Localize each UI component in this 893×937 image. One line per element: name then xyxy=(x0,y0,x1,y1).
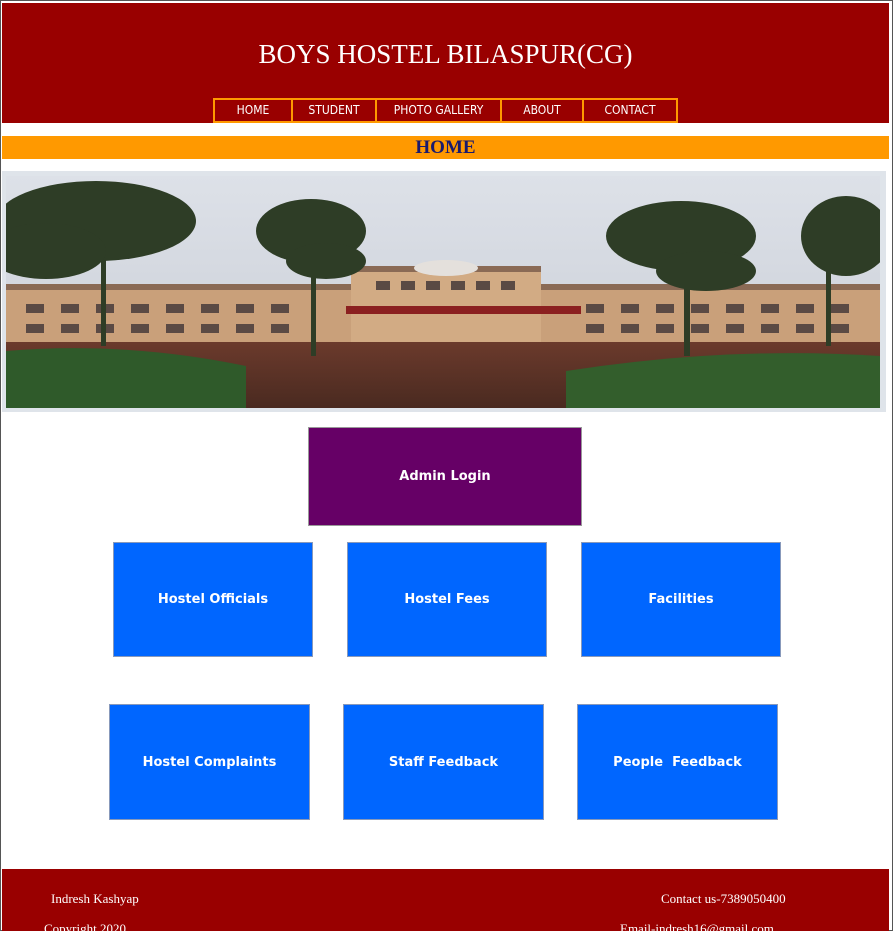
hostel-officials-tile[interactable]: Hostel Officials xyxy=(113,542,313,657)
nav-contact[interactable]: CONTACT xyxy=(584,99,676,121)
nav-home[interactable]: HOME xyxy=(215,99,293,122)
footer-copyright: Copyright 2020 xyxy=(44,921,126,936)
footer-email: Email-indresh16@gmail.com xyxy=(620,921,774,936)
site-title: BOYS HOSTEL BILASPUR(CG) xyxy=(258,39,633,69)
footer-author: Indresh Kashyap xyxy=(51,891,139,906)
nav-about[interactable]: ABOUT xyxy=(502,99,584,122)
hostel-complaints-tile[interactable]: Hostel Complaints xyxy=(109,704,310,820)
hostel-building-photo xyxy=(6,176,880,408)
nav-photo-gallery[interactable]: PHOTO GALLERY xyxy=(377,99,502,122)
staff-feedback-tile[interactable]: Staff Feedback xyxy=(343,704,544,820)
admin-login-tile[interactable]: Admin Login xyxy=(308,427,582,526)
people-feedback-tile[interactable]: People Feedback xyxy=(577,704,778,820)
page-banner: HOME xyxy=(2,136,889,159)
facilities-tile[interactable]: Facilities xyxy=(581,542,781,657)
main-nav: HOME STUDENT PHOTO GALLERY ABOUT CONTACT xyxy=(213,98,678,123)
nav-student[interactable]: STUDENT xyxy=(293,99,377,122)
hostel-fees-tile[interactable]: Hostel Fees xyxy=(347,542,547,657)
hero-photo-frame xyxy=(2,171,886,412)
site-footer: Indresh Kashyap Contact us-7389050400 Co… xyxy=(2,869,889,936)
footer-contact: Contact us-7389050400 xyxy=(661,891,786,906)
